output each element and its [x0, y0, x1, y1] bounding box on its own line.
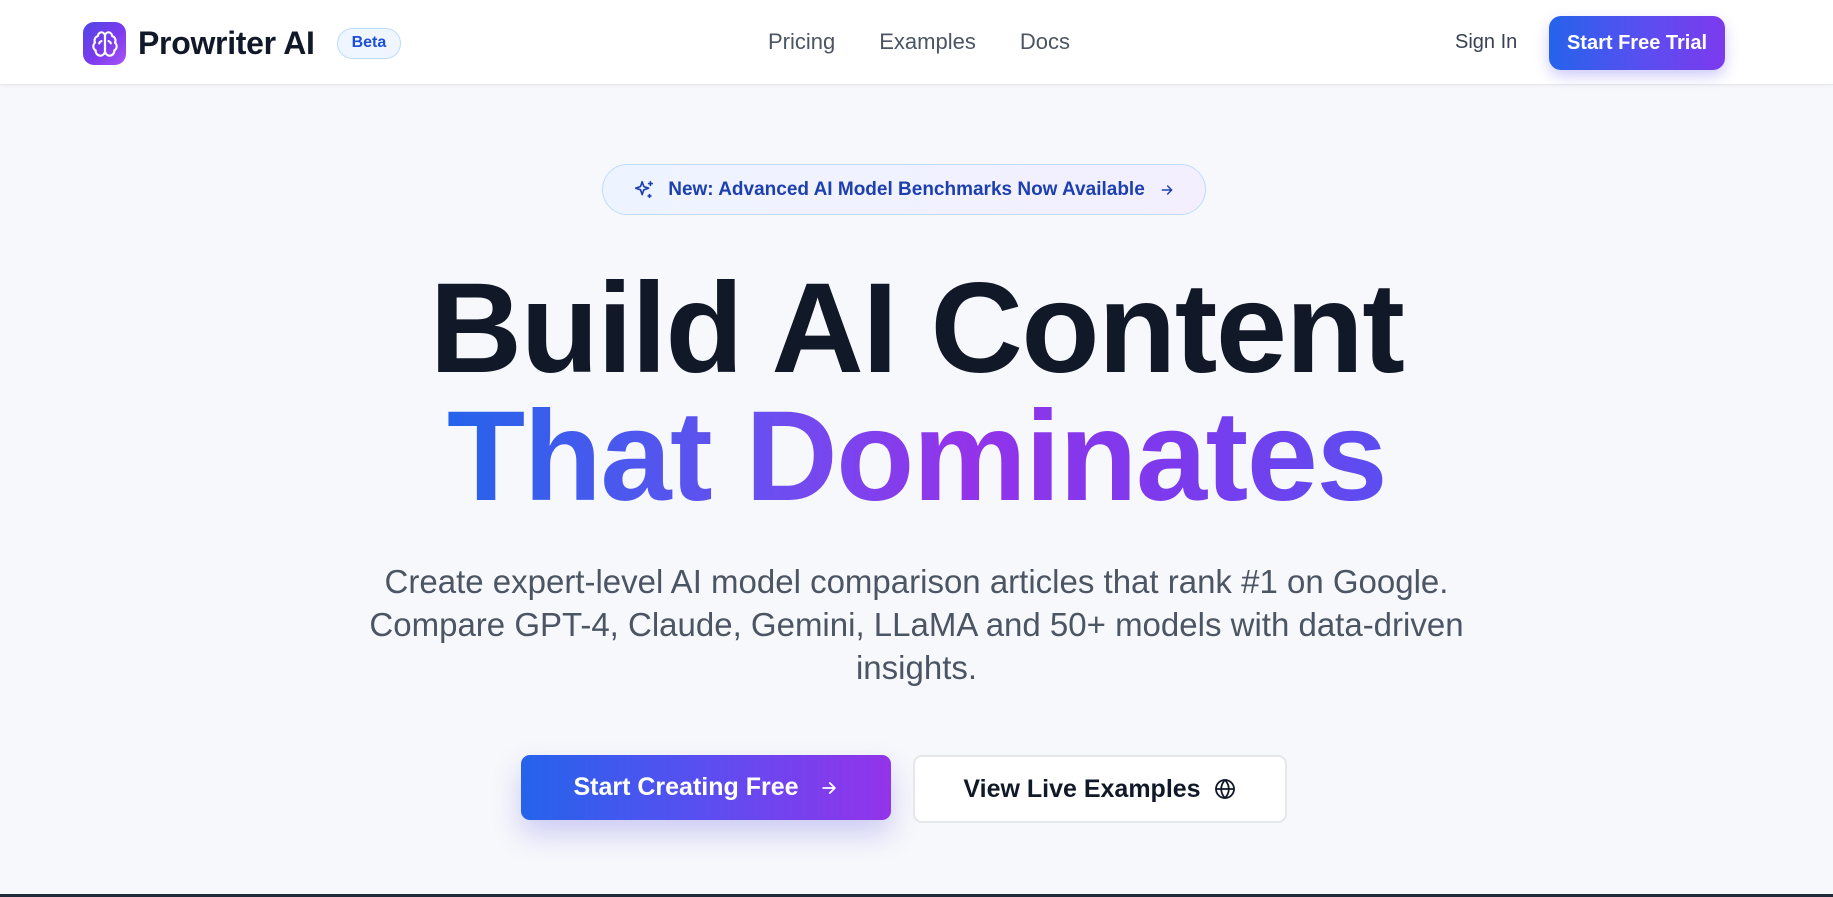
view-live-examples-label: View Live Examples [963, 774, 1201, 803]
announcement-pill[interactable]: New: Advanced AI Model Benchmarks Now Av… [602, 164, 1206, 215]
globe-icon [1213, 777, 1237, 801]
announcement-text: New: Advanced AI Model Benchmarks Now Av… [668, 178, 1145, 200]
brain-icon [83, 22, 126, 65]
brand-name: Prowriter AI [138, 25, 315, 61]
sign-in-link[interactable]: Sign In [1455, 31, 1517, 54]
start-creating-free-label: Start Creating Free [573, 773, 799, 801]
top-navigation-bar: Prowriter AI Beta Pricing Examples Docs … [0, 0, 1833, 85]
nav-link-examples[interactable]: Examples [879, 29, 976, 55]
hero-subtitle: Create expert-level AI model comparison … [320, 560, 1513, 689]
main-nav: Pricing Examples Docs [768, 29, 1114, 55]
arrow-right-icon [819, 778, 839, 798]
arrow-right-icon [1159, 182, 1175, 198]
hero-subtitle-line: Create expert-level AI model comparison … [384, 563, 1449, 600]
hero-headline-line-2: That Dominates [0, 393, 1833, 521]
nav-link-pricing[interactable]: Pricing [768, 29, 835, 55]
beta-badge: Beta [336, 28, 402, 59]
view-live-examples-button[interactable]: View Live Examples [913, 755, 1287, 823]
start-creating-free-button[interactable]: Start Creating Free [521, 755, 891, 820]
nav-link-docs[interactable]: Docs [1020, 29, 1070, 55]
start-free-trial-button[interactable]: Start Free Trial [1549, 16, 1725, 70]
hero-headline-line-1: Build AI Content [429, 257, 1405, 400]
hero-subtitle-line: insights. [855, 649, 978, 686]
hero-headline-gradient-text: That Dominates [446, 385, 1388, 528]
hero-subtitle-line: Compare GPT-4, Claude, Gemini, LLaMA and… [369, 606, 1464, 643]
sparkles-icon [633, 179, 655, 201]
brand-logo-link[interactable]: Prowriter AI Beta [83, 22, 402, 65]
